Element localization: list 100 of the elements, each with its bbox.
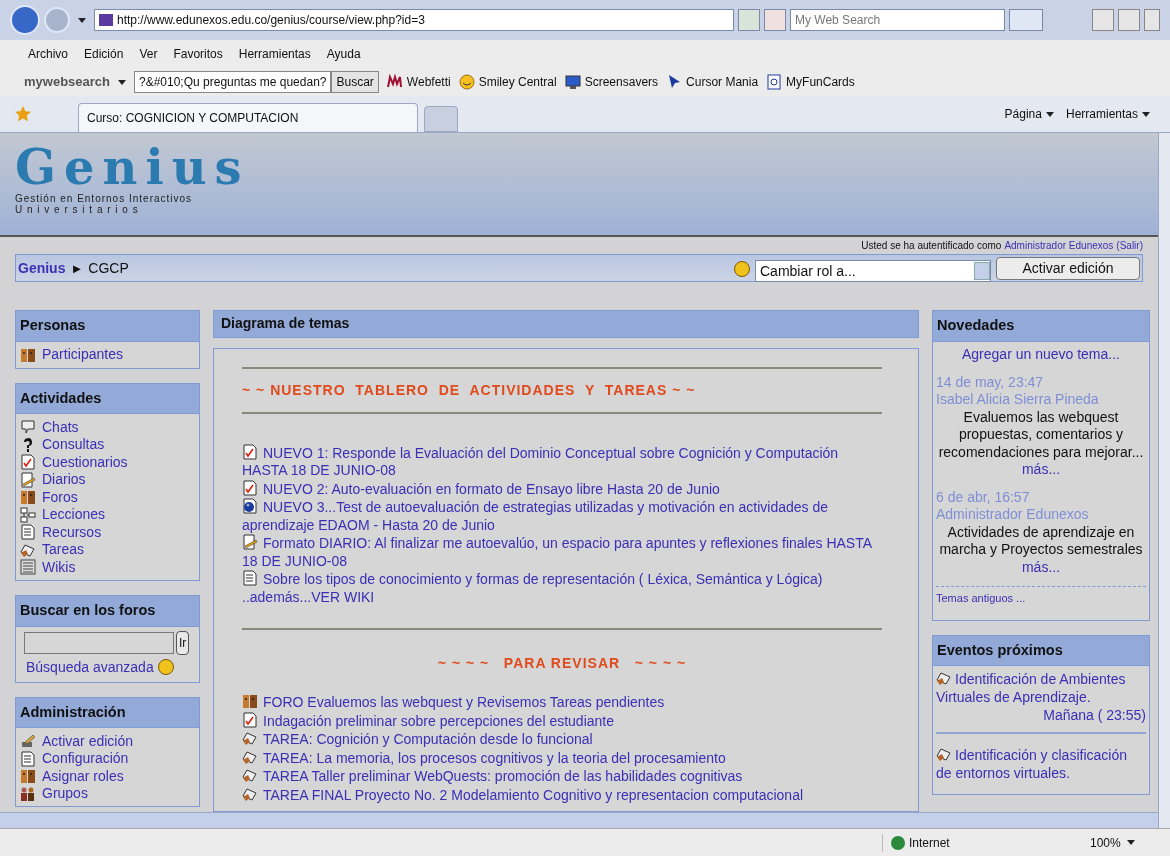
- quiz-icon: [20, 454, 36, 471]
- toolbar-link-icon: [766, 74, 783, 90]
- event-time: Mañana ( 23:55): [1042, 706, 1146, 725]
- activity-link[interactable]: TAREA: La memoria, los procesos cognitivos y la teoria del procesamiento: [242, 748, 882, 767]
- menu-item[interactable]: Ayuda: [326, 45, 361, 63]
- older-topics-link[interactable]: Temas antiguos ...: [936, 592, 1026, 605]
- web-search-field[interactable]: My Web Search: [790, 9, 1005, 31]
- edit-mode-button[interactable]: Activar edición: [996, 256, 1140, 280]
- assignment-icon: [936, 670, 952, 687]
- activity-link[interactable]: FORO Evaluemos las webquest y Revisemos Tareas pendientes: [242, 693, 882, 712]
- role-select[interactable]: Cambiar rol a...: [755, 260, 991, 283]
- logo-subtitle: Gestión en Entornos Interactivos: [15, 193, 194, 204]
- toolbar-link[interactable]: MyFunCards: [786, 73, 855, 91]
- toolbar-link[interactable]: Screensavers: [584, 73, 659, 91]
- forum-icon: [20, 346, 36, 363]
- logo-subtitle: U n i v e r s i t a r i o s: [15, 204, 140, 215]
- logout-link[interactable]: (Salir): [1116, 238, 1143, 254]
- activity-link[interactable]: TAREA Taller preliminar WebQuests: promoción de las habilidades cognitivas: [242, 767, 882, 786]
- quiz-icon: [242, 479, 258, 496]
- activity-link[interactable]: TAREA FINAL Proyecto No. 2 Modelamiento Cognitivo y representacion computacional: [242, 785, 882, 804]
- block-link[interactable]: Foros: [42, 488, 78, 506]
- address-field[interactable]: http://www.edunexos.edu.co/genius/course/view.php?id=3: [94, 9, 734, 31]
- block-link[interactable]: Wikis: [42, 558, 76, 576]
- post-author: Isabel Alicia Sierra Pineda: [936, 391, 1100, 409]
- help-icon[interactable]: [734, 261, 750, 278]
- add-topic-link[interactable]: Agregar un nuevo tema...: [936, 346, 1146, 364]
- zoom-control[interactable]: 100%: [1090, 833, 1121, 852]
- block-header: Novedades: [933, 311, 1149, 343]
- menu-item[interactable]: Favoritos: [173, 45, 223, 63]
- quiz-icon: [242, 711, 258, 728]
- post-date: 6 de abr, 16:57: [936, 488, 1031, 507]
- block-link[interactable]: Grupos: [42, 785, 88, 803]
- activity-link[interactable]: NUEVO 1: Responde la Evaluación del Dominio Conceptual sobre Cognición y Computación HASTA 18 DE JUNIO-08: [242, 443, 882, 480]
- more-link[interactable]: más...: [1021, 461, 1061, 478]
- toolbar-link[interactable]: Webfetti: [406, 73, 451, 91]
- menu-item[interactable]: Herramientas: [238, 45, 311, 63]
- command-menu[interactable]: Página: [1004, 105, 1042, 123]
- block-link[interactable]: Diarios: [42, 471, 86, 489]
- block-link[interactable]: Chats: [42, 418, 79, 436]
- resource-icon: [20, 524, 36, 541]
- post-summary: Evaluemos las webquest propuestas, comentarios y recomendaciones para mejorar... más...: [937, 408, 1145, 479]
- forward-button[interactable]: [44, 7, 70, 33]
- toolbar-search-field[interactable]: ?&#010;Qu preguntas me quedan?: [134, 71, 332, 93]
- block-link[interactable]: Lecciones: [42, 506, 106, 524]
- activity-link[interactable]: Indagación preliminar sobre percepciones del estudiante: [242, 711, 882, 730]
- browser-tab[interactable]: Curso: COGNICION Y COMPUTACION: [78, 103, 418, 132]
- block-header: Eventos próximos: [933, 635, 1149, 667]
- block-link[interactable]: Cuestionarios: [42, 453, 128, 471]
- block-link[interactable]: Tareas: [42, 541, 85, 559]
- toolbar-link[interactable]: Smiley Central: [478, 73, 557, 91]
- block-header: Buscar en los foros: [16, 595, 199, 627]
- breadcrumb-link[interactable]: Genius: [18, 257, 66, 279]
- go-button[interactable]: Ir: [176, 630, 190, 655]
- block-header: Administración: [16, 697, 199, 729]
- forum-icon: [20, 489, 36, 506]
- url-text: http://www.edunexos.edu.co/genius/course/view.php?id=3: [117, 12, 426, 29]
- vertical-scrollbar[interactable]: [1158, 133, 1170, 828]
- toolbar-search-button[interactable]: Buscar: [331, 71, 379, 93]
- site-logo: Genius: [15, 141, 251, 193]
- activity-link[interactable]: NUEVO 3...Test de autoevaluación de estrategias utilizadas y motivación en actividades de aprendizaje EDAOM - Hasta 20 de Junio: [242, 498, 882, 534]
- activity-link[interactable]: Formato DIARIO: Al finalizar me autoevalúo, un espacio para apuntes y reflexiones finales HASTA 18 DE JUNIO-08: [242, 534, 882, 570]
- command-menu[interactable]: Herramientas: [1065, 105, 1138, 123]
- event-link[interactable]: Identificación y clasificación de entornos virtuales.: [936, 746, 1146, 783]
- lesson-icon: [20, 506, 36, 523]
- assignment-icon: [936, 746, 952, 763]
- advanced-search-link[interactable]: Búsqueda avanzada: [26, 656, 154, 678]
- block-link[interactable]: Asignar roles: [42, 767, 124, 785]
- new-tab-button[interactable]: [424, 106, 458, 132]
- search-field[interactable]: [24, 631, 174, 654]
- block-link[interactable]: Participantes: [42, 346, 123, 364]
- help-icon[interactable]: [157, 659, 174, 676]
- toolbar-link-icon: [564, 74, 581, 90]
- toolbar-link-icon: [386, 74, 403, 90]
- favorites-star-icon[interactable]: [14, 105, 32, 123]
- section-header: Diagrama de temas: [213, 310, 919, 338]
- section-heading: ~ ~ NUESTRO TABLERO DE ACTIVIDADES Y TAREAS ~ ~: [242, 380, 697, 400]
- assignment-icon: [242, 767, 258, 783]
- assignment-icon: [242, 730, 258, 746]
- more-link[interactable]: más...: [1021, 558, 1061, 575]
- block-link[interactable]: Consultas: [42, 436, 105, 454]
- block-link[interactable]: Recursos: [42, 523, 102, 541]
- post-author: Administrador Edunexos: [936, 506, 1090, 524]
- toolbar-link[interactable]: Cursor Mania: [686, 73, 759, 91]
- block-link[interactable]: Configuración: [42, 750, 129, 768]
- block-link[interactable]: Activar edición: [42, 732, 134, 750]
- menu-item[interactable]: Archivo: [28, 45, 68, 63]
- back-button[interactable]: [10, 5, 40, 35]
- activity-link[interactable]: NUEVO 2: Auto-evaluación en formato de Ensayo libre Hasta 20 de Junio: [242, 479, 882, 498]
- menu-item[interactable]: Edición: [84, 45, 124, 63]
- forum-icon: [20, 768, 36, 785]
- zone-label: Internet: [909, 834, 950, 852]
- activity-link[interactable]: Sobre los tipos de conocimiento y formas de representación ( Léxica, Semántica y Lógica) ..además...VER WIKI: [242, 570, 882, 606]
- event-link[interactable]: Identificación de Ambientes Virtuales de Aprendizaje.: [936, 670, 1146, 707]
- quiz-icon: [242, 443, 258, 460]
- activity-link[interactable]: TAREA: Cognición y Computación desde lo funcional: [242, 730, 882, 749]
- menu-item[interactable]: Ver: [139, 45, 158, 63]
- horizontal-scrollbar[interactable]: [0, 812, 1158, 828]
- wiki-icon: [20, 559, 36, 576]
- user-link[interactable]: Administrador Edunexos: [1004, 238, 1114, 254]
- toolbar-link-icon: [458, 74, 475, 90]
